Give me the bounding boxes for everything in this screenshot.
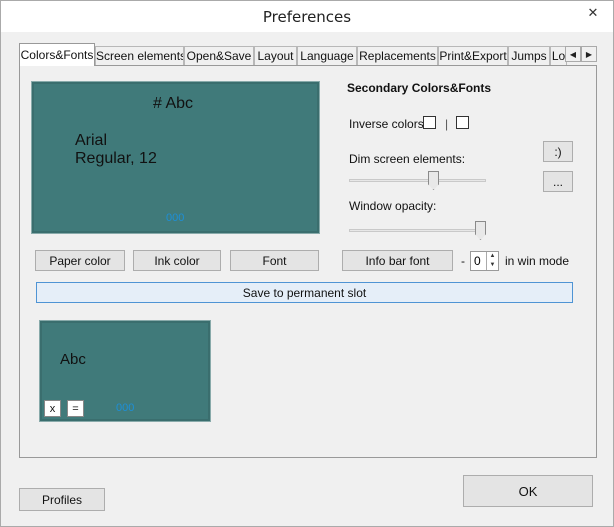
- info-bar-font-button[interactable]: Info bar font: [342, 250, 453, 271]
- secondary-title: Secondary Colors&Fonts: [347, 81, 492, 95]
- window-title: Preferences: [262, 8, 352, 26]
- slot-close-button[interactable]: x: [44, 400, 61, 417]
- left-arrow-icon[interactable]: ◀: [565, 46, 581, 62]
- tab-language[interactable]: Language: [297, 46, 357, 66]
- dim-screen-label: Dim screen elements:: [349, 152, 466, 166]
- preferences-window: Preferences ✕ Colors&Fonts Screen elemen…: [0, 0, 614, 527]
- inverse-colors-checkbox[interactable]: [423, 116, 436, 129]
- spinner-suffix: in win mode: [505, 254, 570, 268]
- slot-equals-button[interactable]: =: [67, 400, 84, 417]
- save-permanent-slot-button[interactable]: Save to permanent slot: [36, 282, 573, 303]
- preview-font-name: Arial: [75, 132, 108, 149]
- ellipsis-button[interactable]: ...: [543, 171, 573, 192]
- tab-replacements[interactable]: Replacements: [357, 46, 438, 66]
- spin-up-icon[interactable]: ▲: [487, 252, 498, 261]
- opacity-slider-track[interactable]: [349, 229, 486, 232]
- font-button[interactable]: Font: [230, 250, 319, 271]
- separator: |: [445, 117, 449, 131]
- close-icon[interactable]: ✕: [575, 2, 611, 23]
- smiley-button[interactable]: :): [543, 141, 573, 162]
- preview-hash-text: # Abc: [153, 95, 194, 112]
- preview-number: 000: [166, 212, 185, 224]
- title-bar: Preferences ✕: [1, 1, 613, 32]
- inverse-colors-label: Inverse colors: [349, 117, 424, 131]
- paper-color-button[interactable]: Paper color: [35, 250, 125, 271]
- tab-open-save[interactable]: Open&Save: [184, 46, 254, 66]
- spinner-prefix: -: [461, 254, 465, 268]
- spinner-value: 0: [474, 254, 481, 268]
- slot-preview-number: 000: [116, 402, 135, 414]
- tab-layout[interactable]: Layout: [254, 46, 297, 66]
- win-mode-spinner[interactable]: 0 ▲ ▼: [470, 251, 499, 271]
- spin-down-icon[interactable]: ▼: [487, 261, 498, 270]
- right-arrow-icon[interactable]: ▶: [581, 46, 597, 62]
- tab-print-export[interactable]: Print&Export: [438, 46, 508, 66]
- preview-font-style: Regular, 12: [75, 150, 157, 167]
- ok-button[interactable]: OK: [463, 475, 593, 507]
- tab-colors-fonts[interactable]: Colors&Fonts: [19, 43, 95, 66]
- profiles-button[interactable]: Profiles: [19, 488, 105, 511]
- window-opacity-label: Window opacity:: [349, 199, 437, 213]
- tab-screen-elements[interactable]: Screen elements: [95, 46, 184, 66]
- ink-color-button[interactable]: Ink color: [133, 250, 221, 271]
- inverse-colors-checkbox-2[interactable]: [456, 116, 469, 129]
- tab-jumps[interactable]: Jumps: [508, 46, 550, 66]
- dim-slider-track[interactable]: [349, 179, 486, 182]
- slot-preview-text: Abc: [60, 351, 86, 368]
